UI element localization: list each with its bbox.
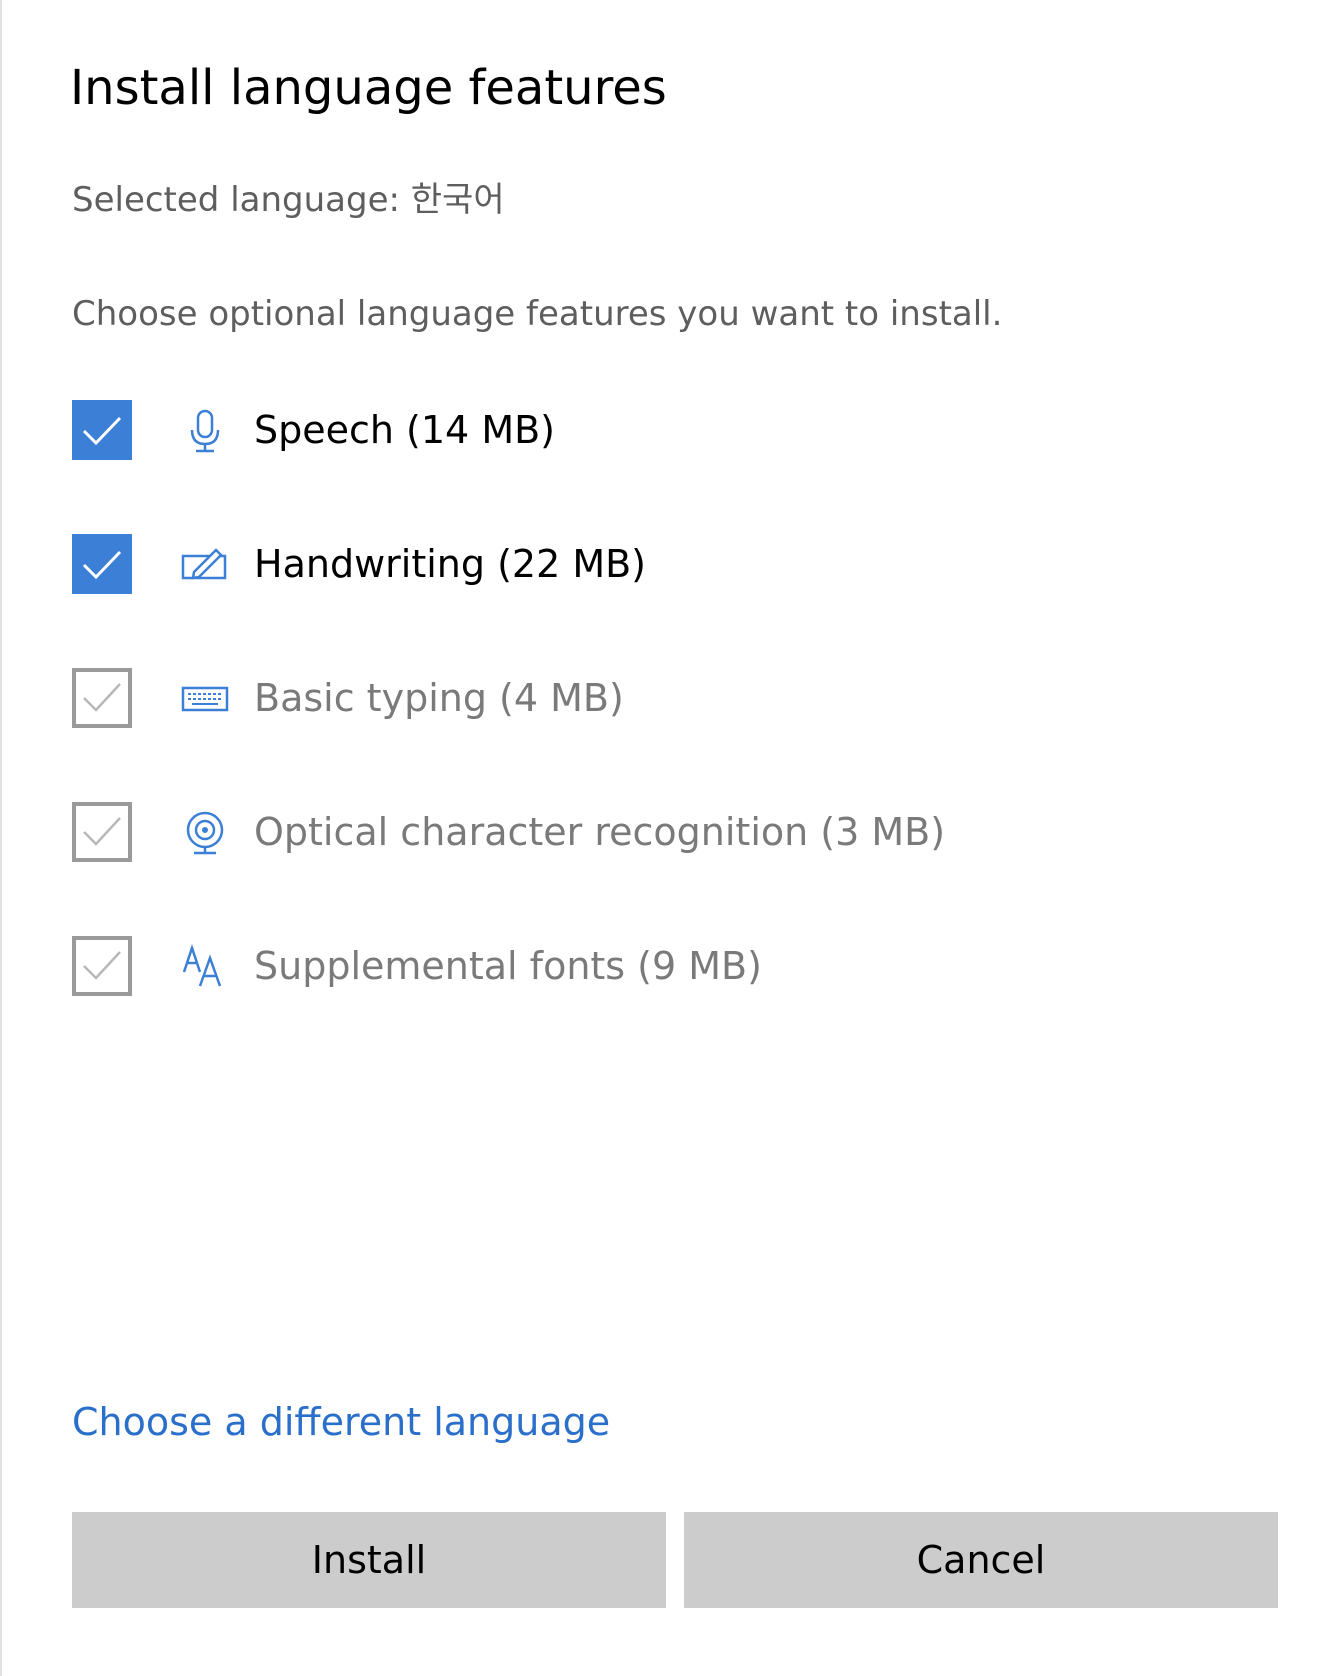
checkmark-icon [82, 550, 122, 580]
install-button[interactable]: Install [72, 1512, 666, 1608]
font-icon [180, 942, 230, 992]
feature-row-handwriting[interactable]: Handwriting (22 MB) [72, 534, 1272, 596]
feature-label-ocr: Optical character recognition (3 MB) [254, 810, 946, 854]
checkmark-icon [83, 683, 121, 712]
basic-typing-checkbox [72, 668, 132, 728]
handwriting-checkbox[interactable] [72, 534, 132, 594]
keyboard-icon [180, 674, 230, 724]
pen-icon [180, 540, 230, 590]
feature-label-speech: Speech (14 MB) [254, 408, 555, 452]
feature-row-basic-typing: Basic typing (4 MB) [72, 668, 1272, 730]
checkmark-icon [83, 951, 121, 980]
feature-row-ocr: Optical character recognition (3 MB) [72, 802, 1272, 864]
cancel-button[interactable]: Cancel [684, 1512, 1278, 1608]
feature-label-supplemental-fonts: Supplemental fonts (9 MB) [254, 944, 762, 988]
checkmark-icon [83, 817, 121, 846]
selected-language-text: Selected language: 한국어 [72, 180, 505, 220]
camera-icon [180, 808, 230, 858]
window-border [0, 0, 2, 1676]
feature-row-speech[interactable]: Speech (14 MB) [72, 400, 1272, 462]
feature-label-basic-typing: Basic typing (4 MB) [254, 676, 624, 720]
ocr-checkbox [72, 802, 132, 862]
instructions-text: Choose optional language features you wa… [72, 294, 1003, 334]
dialog-title: Install language features [70, 60, 667, 116]
speech-checkbox[interactable] [72, 400, 132, 460]
checkmark-icon [82, 416, 122, 446]
feature-label-handwriting: Handwriting (22 MB) [254, 542, 647, 586]
microphone-icon [180, 406, 230, 456]
feature-row-supplemental-fonts: Supplemental fonts (9 MB) [72, 936, 1272, 998]
choose-different-language-link[interactable]: Choose a different language [72, 1400, 610, 1444]
supplemental-fonts-checkbox [72, 936, 132, 996]
